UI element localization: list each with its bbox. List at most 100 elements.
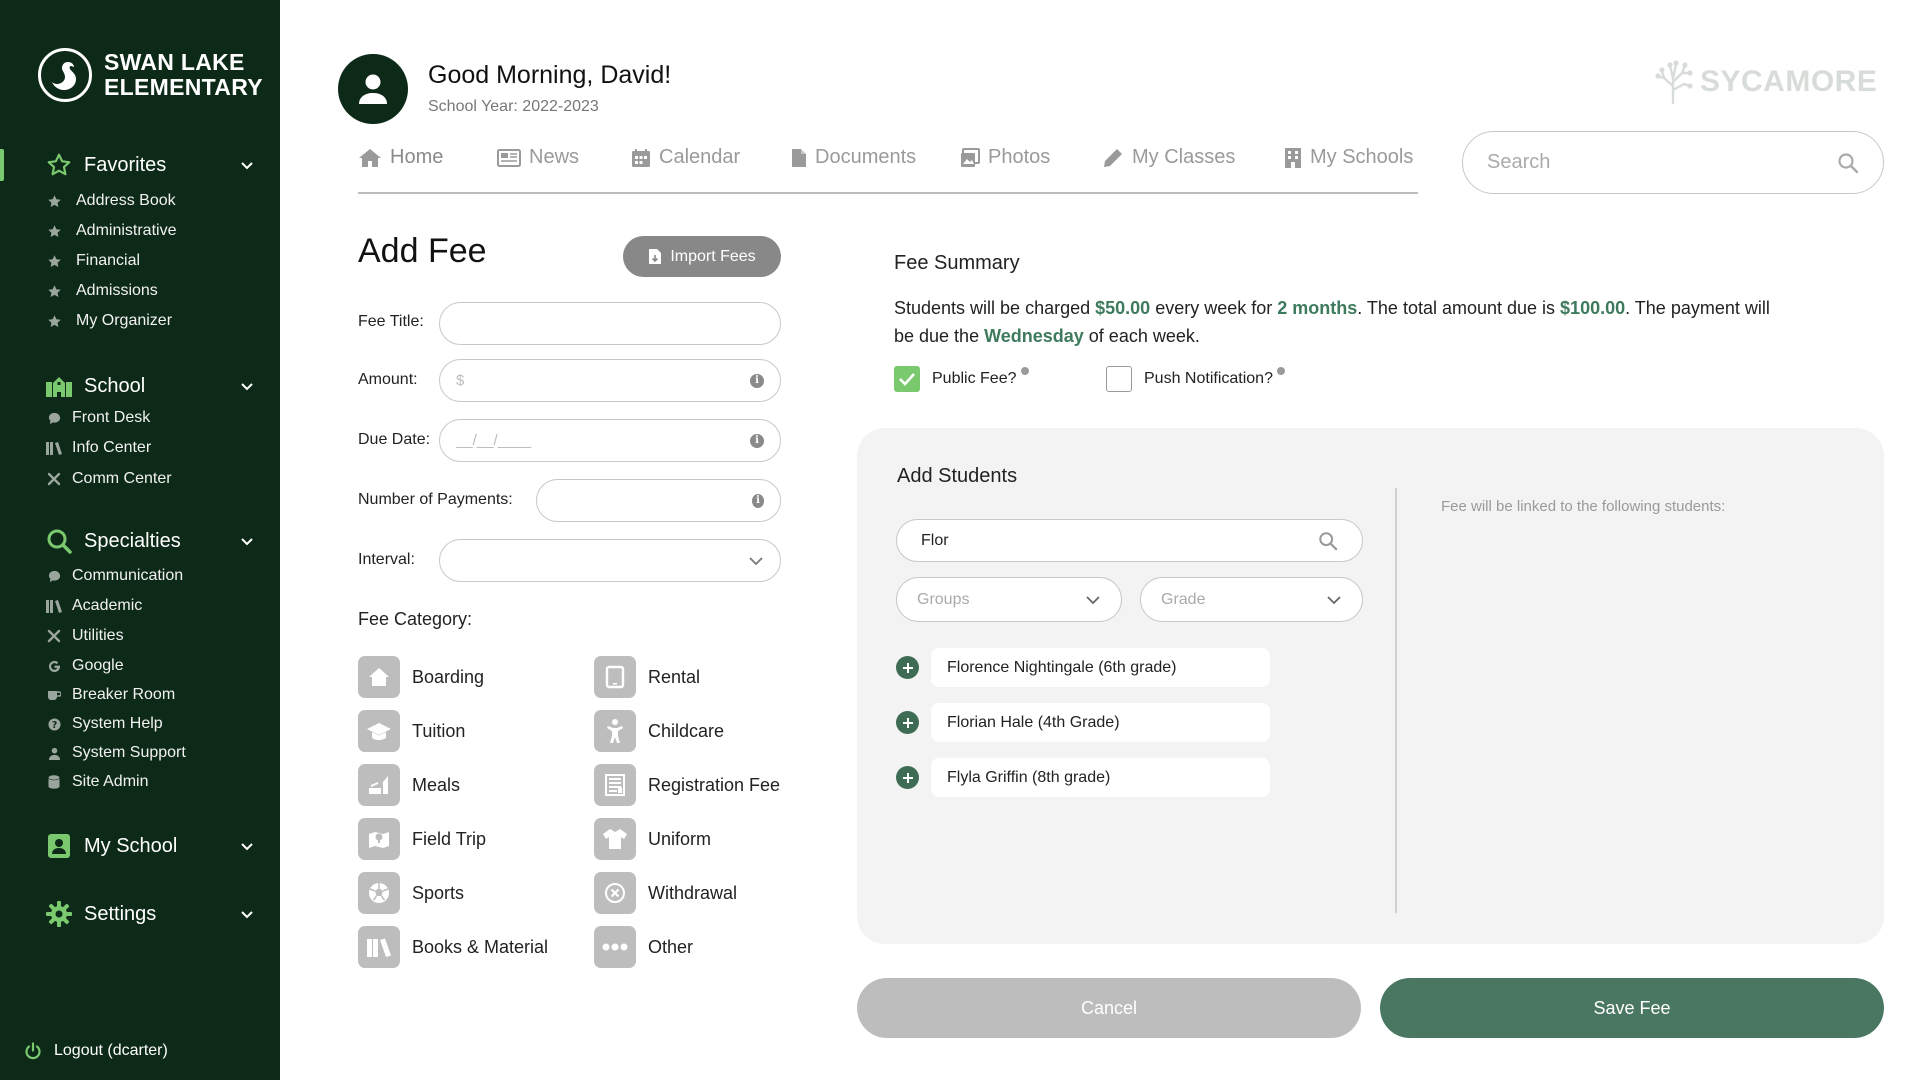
global-search[interactable] [1462,131,1884,194]
gear-icon [45,900,73,928]
sidebar-item-academic[interactable]: Academic [46,597,142,615]
fee-title-input[interactable] [456,315,764,332]
sidebar-section-school[interactable]: School [45,372,255,400]
sidebar-item-my-organizer[interactable]: My Organizer [46,312,172,330]
category-label: Rental [648,666,701,687]
category-books-material[interactable]: Books & Material [358,926,548,968]
cancel-button[interactable]: Cancel [857,978,1361,1038]
tab-news[interactable]: News [497,146,579,169]
checkbox-unchecked[interactable] [1106,366,1132,392]
summary-text: every week for [1150,298,1278,318]
sidebar-item-site-admin[interactable]: Site Admin [46,773,148,791]
category-field-trip[interactable]: Field Trip [358,818,486,860]
sidebar-item-utilities[interactable]: Utilities [46,627,124,645]
fee-category-title: Fee Category: [358,609,473,629]
info-icon[interactable] [1276,367,1285,375]
logout-button[interactable]: Logout (dcarter) [24,1042,168,1060]
interval-select[interactable] [439,539,781,582]
sidebar-item-label: Utilities [72,627,124,644]
sidebar-item-admissions[interactable]: Admissions [46,282,158,300]
sidebar-item-system-help[interactable]: ? System Help [46,715,163,733]
category-boarding[interactable]: Boarding [358,656,484,698]
chevron-down-icon [1327,595,1341,604]
sidebar-item-breaker-room[interactable]: Breaker Room [46,686,175,704]
sidebar-section-my-school[interactable]: My School [45,832,255,860]
tab-documents[interactable]: Documents [791,146,916,169]
ball-icon [358,872,400,914]
tab-my-schools[interactable]: My Schools [1284,146,1413,169]
form-icon [594,764,636,806]
school-logo[interactable]: SWAN LAKE ELEMENTARY [38,48,263,102]
amount-input[interactable] [456,372,750,389]
payments-field[interactable]: i [536,479,781,522]
fee-title-field[interactable] [439,302,781,345]
student-name[interactable]: Florence Nightingale (6th grade) [931,648,1270,687]
add-student-button[interactable] [896,711,919,734]
category-tuition[interactable]: Tuition [358,710,465,752]
sidebar-item-front-desk[interactable]: Front Desk [46,409,150,427]
category-other[interactable]: Other [594,926,693,968]
amount-field[interactable]: i [439,359,781,402]
sidebar-item-system-support[interactable]: System Support [46,744,186,762]
favorites-label: Favorites [84,153,167,176]
due-date-input[interactable] [456,432,750,449]
search-icon [45,527,73,555]
sidebar-item-label: Admissions [76,282,158,299]
category-childcare[interactable]: Childcare [594,710,724,752]
add-student-button[interactable] [896,656,919,679]
category-rental[interactable]: Rental [594,656,700,698]
sidebar-item-financial[interactable]: Financial [46,252,140,270]
summary-day: Wednesday [984,326,1084,346]
fee-title-label: Fee Title: [358,313,424,330]
grade-dropdown[interactable]: Grade [1140,577,1363,622]
save-fee-button[interactable]: Save Fee [1380,978,1884,1038]
category-withdrawal[interactable]: Withdrawal [594,872,737,914]
category-uniform[interactable]: Uniform [594,818,711,860]
student-name[interactable]: Flyla Griffin (8th grade) [931,758,1270,797]
due-date-field[interactable]: i [439,419,781,462]
home-icon [359,148,381,167]
student-search-input[interactable] [921,531,1318,550]
sidebar-section-favorites[interactable]: Favorites [45,151,255,179]
info-icon[interactable] [1020,367,1029,375]
category-label: Meals [412,774,461,795]
search-input[interactable] [1487,151,1837,174]
import-fees-button[interactable]: Import Fees [623,236,781,277]
info-icon[interactable]: i [752,493,764,508]
push-notification-checkbox[interactable]: Push Notification? [1106,366,1293,392]
tab-calendar[interactable]: Calendar [631,146,740,169]
sidebar-section-settings[interactable]: Settings [45,900,255,928]
category-sports[interactable]: Sports [358,872,464,914]
search-icon[interactable] [1318,531,1338,551]
info-icon[interactable]: i [750,433,764,448]
groups-dropdown[interactable]: Groups [896,577,1122,622]
checkbox-checked[interactable] [894,366,920,392]
sidebar-item-label: Front Desk [72,409,151,426]
search-icon[interactable] [1837,152,1859,174]
logo-line-2: ELEMENTARY [104,74,263,100]
student-name[interactable]: Florian Hale (4th Grade) [931,703,1270,742]
student-search[interactable] [896,519,1363,562]
add-student-button[interactable] [896,766,919,789]
tab-label: Home [390,146,444,168]
sidebar-section-specialties[interactable]: Specialties [45,527,255,555]
tab-photos[interactable]: Photos [960,146,1050,169]
summary-total: $100.00 [1560,298,1626,318]
info-icon[interactable]: i [750,373,764,388]
sidebar-item-google[interactable]: Google [46,657,124,675]
public-fee-checkbox[interactable]: Public Fee? [894,366,1037,392]
payments-input[interactable] [553,492,752,509]
category-registration-fee[interactable]: Registration Fee [594,764,780,806]
sidebar-item-address-book[interactable]: Address Book [46,192,176,210]
chevron-down-icon [1086,595,1100,604]
tab-my-classes[interactable]: My Classes [1102,146,1235,169]
sidebar-item-communication[interactable]: Communication [46,567,183,585]
sidebar-item-administrative[interactable]: Administrative [46,222,176,240]
avatar[interactable] [338,54,408,124]
power-icon [25,1042,41,1060]
coffee-icon [46,687,62,703]
tab-home[interactable]: Home [358,146,443,169]
category-meals[interactable]: Meals [358,764,460,806]
sidebar-item-info-center[interactable]: Info Center [46,439,151,457]
sidebar-item-comm-center[interactable]: Comm Center [46,470,172,488]
